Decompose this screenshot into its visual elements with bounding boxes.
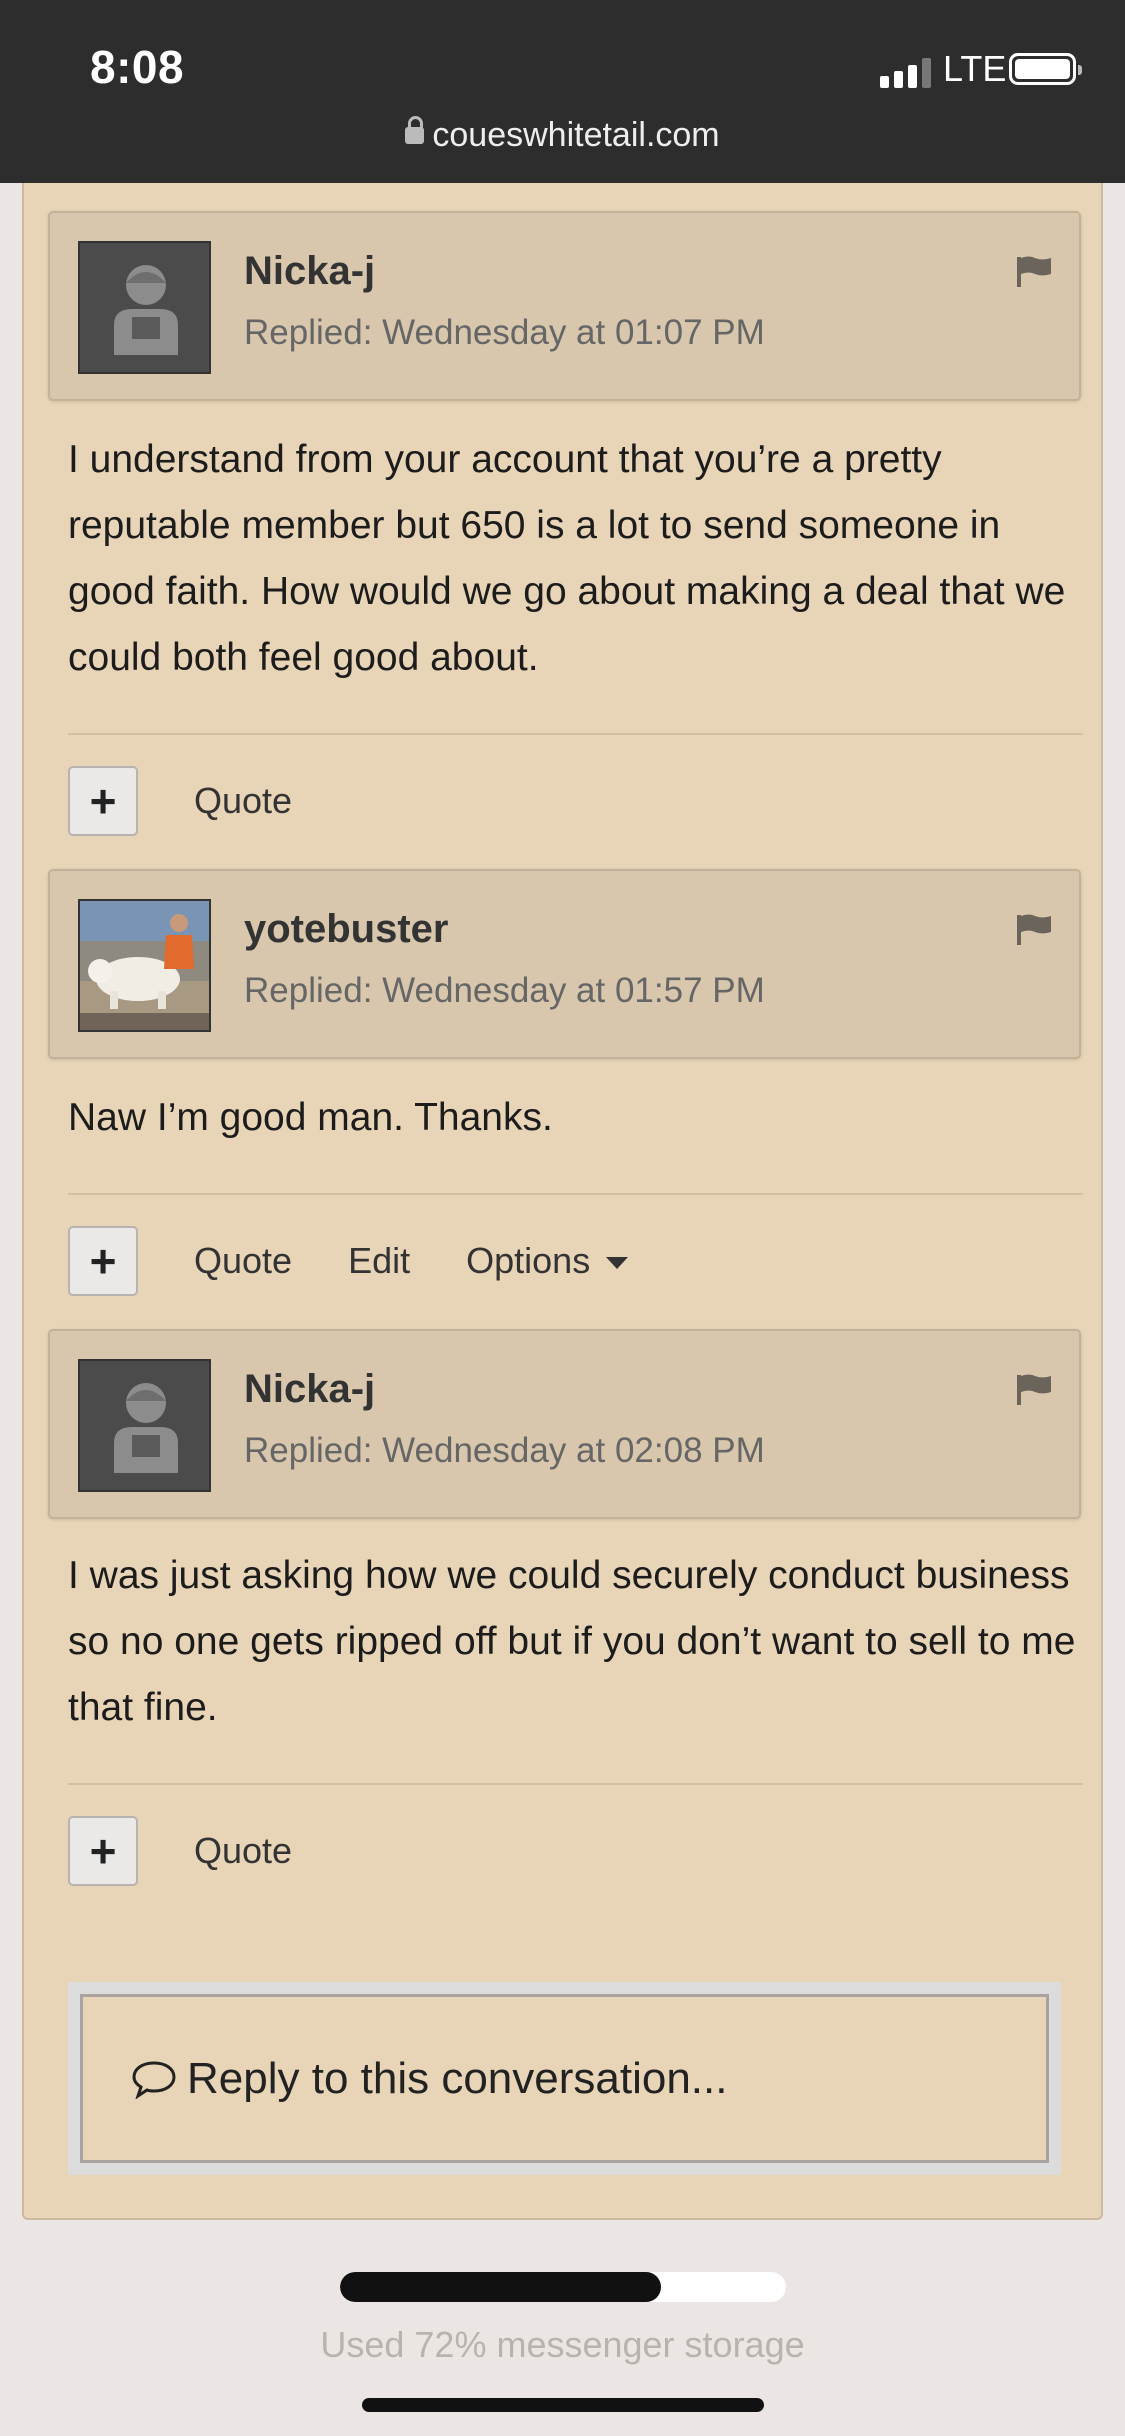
default-avatar-icon[interactable] bbox=[78, 241, 211, 374]
divider bbox=[68, 1783, 1083, 1785]
home-indicator[interactable] bbox=[362, 2398, 764, 2412]
user-photo-avatar[interactable] bbox=[78, 899, 211, 1032]
message-timestamp: Replied: Wednesday at 01:07 PM bbox=[244, 313, 765, 352]
url-text: coueswhitetail.com bbox=[432, 116, 720, 154]
message-header: Nicka-j Replied: Wednesday at 01:07 PM bbox=[48, 211, 1081, 401]
network-type: LTE bbox=[943, 48, 1007, 89]
flag-icon[interactable] bbox=[1015, 255, 1053, 292]
reply-box: Reply to this conversation... bbox=[68, 1982, 1061, 2175]
reply-input[interactable]: Reply to this conversation... bbox=[80, 1994, 1049, 2163]
message-body: I understand from your account that you’… bbox=[68, 438, 1066, 679]
address-bar[interactable]: coueswhitetail.com bbox=[0, 116, 1125, 155]
message-timestamp: Replied: Wednesday at 01:57 PM bbox=[244, 971, 765, 1010]
chevron-down-icon bbox=[606, 1257, 629, 1269]
options-dropdown[interactable]: Options bbox=[466, 1240, 629, 1282]
message-username[interactable]: Nicka-j bbox=[244, 1367, 375, 1412]
battery-icon bbox=[1009, 53, 1082, 85]
message-actions: + Quote bbox=[68, 1816, 292, 1886]
reply-placeholder: Reply to this conversation... bbox=[187, 2053, 728, 2103]
edit-button[interactable]: Edit bbox=[348, 1240, 410, 1282]
default-avatar-icon[interactable] bbox=[78, 1359, 211, 1492]
message-header: yotebuster Replied: Wednesday at 01:57 P… bbox=[48, 869, 1081, 1059]
cellular-signal-icon bbox=[880, 58, 931, 88]
message-body: Naw I’m good man. Thanks. bbox=[68, 1096, 553, 1139]
quote-button[interactable]: Quote bbox=[194, 1240, 292, 1282]
message-actions: + Quote Edit Options bbox=[68, 1226, 629, 1296]
flag-icon[interactable] bbox=[1015, 913, 1053, 950]
message-actions: + Quote bbox=[68, 766, 292, 836]
like-plus-button[interactable]: + bbox=[68, 1816, 138, 1886]
conversation-panel: Nicka-j Replied: Wednesday at 01:07 PM I… bbox=[22, 183, 1103, 2220]
storage-text: Used 72% messenger storage bbox=[320, 2324, 805, 2365]
speech-bubble-icon bbox=[132, 2060, 176, 2099]
message-header: Nicka-j Replied: Wednesday at 02:08 PM bbox=[48, 1329, 1081, 1519]
status-time: 8:08 bbox=[90, 41, 185, 93]
message-username[interactable]: yotebuster bbox=[244, 907, 449, 952]
storage-progress-bar bbox=[340, 2272, 786, 2302]
lock-icon bbox=[405, 116, 425, 144]
like-plus-button[interactable]: + bbox=[68, 766, 138, 836]
storage-progress-fill bbox=[340, 2272, 662, 2302]
flag-icon[interactable] bbox=[1015, 1373, 1053, 1410]
like-plus-button[interactable]: + bbox=[68, 1226, 138, 1296]
divider bbox=[68, 1193, 1083, 1195]
divider bbox=[68, 733, 1083, 735]
status-bar: 8:08 LTE coueswhitetail.com bbox=[0, 0, 1125, 183]
options-label: Options bbox=[466, 1240, 591, 1281]
message-body: I was just asking how we could securely … bbox=[68, 1554, 1076, 1729]
message-username[interactable]: Nicka-j bbox=[244, 249, 375, 294]
quote-button[interactable]: Quote bbox=[194, 1830, 292, 1872]
quote-button[interactable]: Quote bbox=[194, 780, 292, 822]
message-timestamp: Replied: Wednesday at 02:08 PM bbox=[244, 1431, 765, 1470]
